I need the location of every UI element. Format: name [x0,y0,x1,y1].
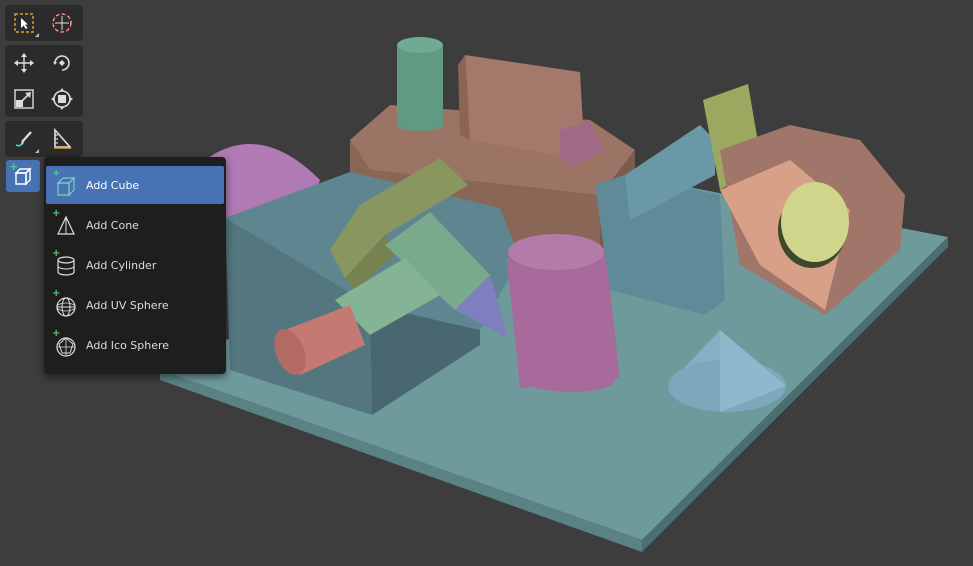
magenta-cylinder-bottom [525,368,615,392]
scale-icon [14,89,34,109]
add-primitive-menu: + Add Cube + Add Cone + Add Cylinder + A… [44,157,226,374]
rotate-tool[interactable] [45,47,79,79]
toolbar-select-group [5,5,83,41]
plus-icon: + [9,160,19,173]
measure-icon [54,127,72,149]
toolbar-add-group: + [5,159,45,195]
uv-sphere-icon [56,297,76,317]
cylinder-icon [57,256,75,276]
toolbar-annotate-group [5,121,83,157]
menu-item-label: Add Cone [86,218,139,232]
add-cube-tool[interactable]: + [6,160,40,192]
measure-tool[interactable] [45,123,79,155]
green-cylinder-bottom [397,119,443,131]
annotate-tool[interactable] [7,123,41,155]
menu-item-add-uv-sphere[interactable]: + Add UV Sphere [46,286,224,324]
transform-icon [51,88,73,110]
toolbar-transform-group [5,45,83,117]
green-cylinder-body [397,45,443,125]
menu-item-add-ico-sphere[interactable]: + Add Ico Sphere [46,326,224,364]
annotate-icon [15,131,32,147]
select-box-icon [14,13,34,33]
select-box-tool[interactable] [7,7,41,39]
menu-item-add-cube[interactable]: + Add Cube [46,166,224,204]
menu-item-label: Add Cylinder [86,258,157,272]
rotate-icon [53,55,70,71]
cone-icon [57,215,75,235]
menu-item-label: Add UV Sphere [86,298,169,312]
move-tool[interactable] [7,47,41,79]
magenta-cylinder-top [508,234,604,270]
move-icon [14,53,34,73]
cube-icon [56,176,76,197]
submenu-corner-icon [35,33,39,37]
menu-item-label: Add Ico Sphere [86,338,170,352]
yellow-disc [781,182,849,262]
scale-tool[interactable] [7,83,41,115]
transform-tool[interactable] [45,83,79,115]
ico-sphere-icon [56,337,76,357]
menu-item-add-cylinder[interactable]: + Add Cylinder [46,246,224,284]
menu-item-add-cone[interactable]: + Add Cone [46,206,224,244]
cursor-tool[interactable] [45,7,79,39]
submenu-corner-icon [35,149,39,153]
cursor-icon [52,13,72,33]
green-cylinder-top [397,37,443,53]
menu-item-label: Add Cube [86,178,140,192]
